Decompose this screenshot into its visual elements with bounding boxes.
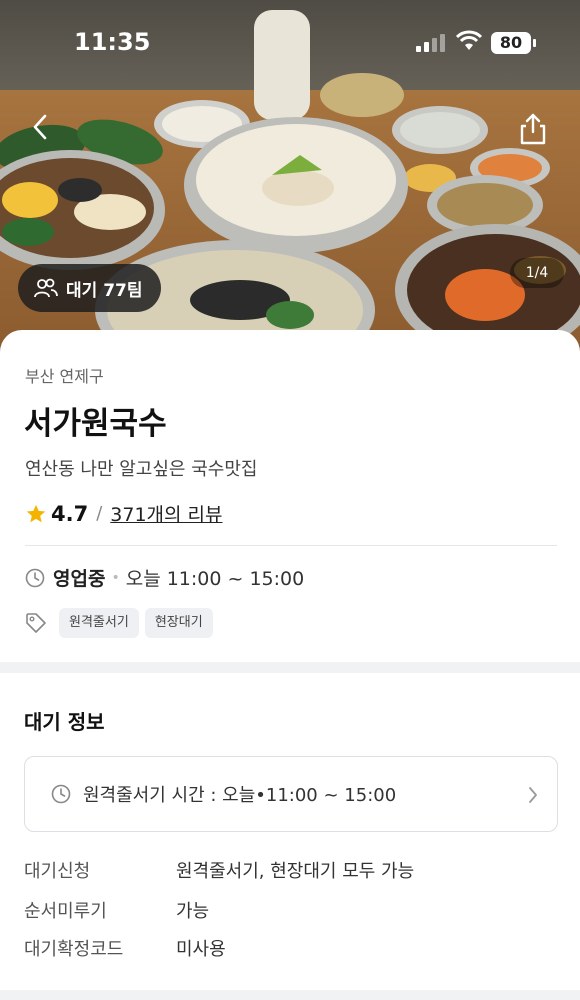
store-description: 연산동 나만 알고싶은 국수맛집 bbox=[25, 459, 258, 480]
tag-onsite-wait: 현장대기 bbox=[144, 608, 213, 638]
hero-image[interactable]: 11:35 80 대기 77팀 1/4 bbox=[0, 0, 580, 370]
back-arrow-icon[interactable] bbox=[26, 112, 56, 142]
section-separator bbox=[0, 990, 580, 1000]
clock-icon bbox=[51, 784, 71, 804]
section-separator bbox=[0, 662, 580, 673]
share-icon[interactable] bbox=[518, 112, 548, 146]
clock-icon bbox=[25, 568, 45, 587]
separator-dot: • bbox=[111, 569, 120, 586]
store-region: 부산 연제구 bbox=[25, 367, 104, 386]
info-value: 미사용 bbox=[176, 939, 226, 960]
remote-queue-time-text: 원격줄서기 시간 : 오늘•11:00 ~ 15:00 bbox=[83, 785, 397, 806]
hours-text: 오늘 11:00 ~ 15:00 bbox=[125, 568, 305, 590]
rating-separator: / bbox=[96, 503, 103, 524]
wait-info-title: 대기 정보 bbox=[24, 710, 105, 734]
waiting-teams-label: 대기 77팀 bbox=[66, 280, 143, 301]
store-name: 서가원국수 bbox=[24, 406, 167, 442]
rating-score: 4.7 bbox=[51, 501, 89, 526]
cellular-signal-icon bbox=[416, 34, 446, 52]
remote-queue-time-button[interactable]: 원격줄서기 시간 : 오늘•11:00 ~ 15:00 bbox=[24, 756, 558, 832]
reviews-link[interactable]: 371개의 리뷰 bbox=[110, 500, 222, 527]
status-time: 11:35 bbox=[74, 28, 151, 56]
rating-row: 4.7 / 371개의 리뷰 bbox=[25, 500, 223, 527]
info-key: 대기신청 bbox=[24, 861, 91, 882]
divider bbox=[25, 545, 557, 546]
image-counter: 1/4 bbox=[510, 258, 564, 288]
people-icon bbox=[34, 278, 58, 298]
info-value: 가능 bbox=[176, 901, 210, 922]
status-bar: 11:35 80 bbox=[0, 0, 580, 88]
battery-indicator: 80 bbox=[491, 32, 536, 54]
info-key: 순서미루기 bbox=[24, 901, 107, 922]
waiting-teams-badge: 대기 77팀 bbox=[18, 264, 161, 312]
star-icon bbox=[26, 504, 46, 522]
tag-icon bbox=[26, 613, 46, 633]
store-info-card: 부산 연제구 서가원국수 연산동 나만 알고싶은 국수맛집 4.7 / 371개… bbox=[0, 330, 580, 660]
open-status: 영업중 bbox=[53, 568, 106, 590]
chevron-right-icon bbox=[529, 787, 537, 803]
business-hours: 영업중 • 오늘 11:00 ~ 15:00 bbox=[25, 564, 304, 591]
tag-remote-queue: 원격줄서기 bbox=[59, 608, 139, 638]
info-key: 대기확정코드 bbox=[24, 939, 124, 960]
info-value: 원격줄서기, 현장대기 모두 가능 bbox=[176, 861, 415, 882]
tag-list: 원격줄서기 현장대기 bbox=[25, 608, 213, 638]
wifi-icon bbox=[456, 30, 482, 50]
